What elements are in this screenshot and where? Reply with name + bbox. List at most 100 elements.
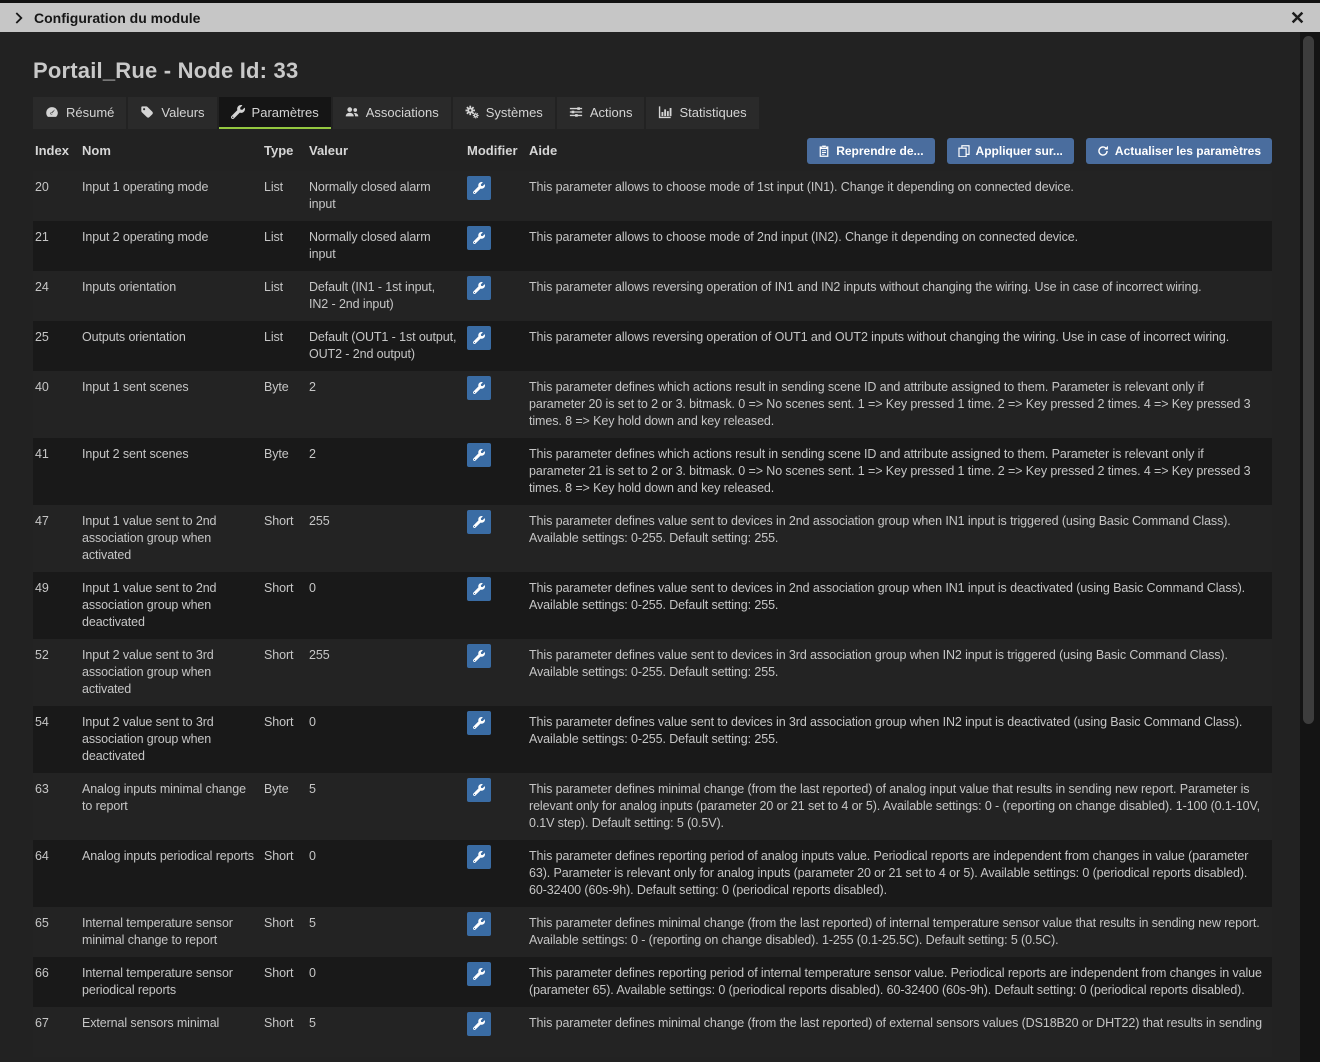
wrench-icon (473, 382, 485, 394)
param-value: Normally closed alarm input (307, 229, 465, 263)
edit-parameter-button[interactable] (467, 912, 491, 936)
param-help: This parameter defines which actions res… (527, 379, 1272, 430)
param-help: This parameter defines minimal change (f… (527, 1015, 1272, 1049)
edit-parameter-button[interactable] (467, 1012, 491, 1036)
scrollbar[interactable] (1300, 32, 1320, 1062)
button-label: Actualiser les paramètres (1115, 144, 1261, 158)
param-help: This parameter allows reversing operatio… (527, 329, 1272, 363)
param-type: List (262, 179, 307, 213)
copy-from-button[interactable]: Reprendre de... (807, 138, 934, 164)
tab-label: Paramètres (252, 105, 319, 120)
param-type: Short (262, 965, 307, 999)
param-help: This parameter allows to choose mode of … (527, 229, 1272, 263)
edit-parameter-button[interactable] (467, 176, 491, 200)
parameter-row: 66 Internal temperature sensor periodica… (33, 957, 1272, 1007)
parameter-row: 64 Analog inputs periodical reports Shor… (33, 840, 1272, 907)
parameter-row: 63 Analog inputs minimal change to repor… (33, 773, 1272, 840)
tab-associations[interactable]: Associations (333, 97, 451, 129)
param-type: Byte (262, 379, 307, 430)
expand-chevron-icon[interactable] (15, 12, 23, 24)
param-type: Short (262, 714, 307, 765)
column-header-type: Type (262, 143, 307, 171)
window-header: Configuration du module (0, 3, 1320, 32)
edit-parameter-button[interactable] (467, 577, 491, 601)
param-name: Input 1 operating mode (80, 179, 262, 213)
tab-resume[interactable]: Résumé (33, 97, 126, 129)
param-name: Input 1 value sent to 2nd association gr… (80, 580, 262, 631)
wrench-icon (473, 717, 485, 729)
param-name: Analog inputs periodical reports (80, 848, 262, 899)
param-help: This parameter defines reporting period … (527, 965, 1272, 999)
parameter-row: 47 Input 1 value sent to 2nd association… (33, 505, 1272, 572)
close-icon (1291, 11, 1304, 24)
parameter-row: 24 Inputs orientation List Default (IN1 … (33, 271, 1272, 321)
gears-icon (465, 105, 479, 119)
param-help: This parameter defines value sent to dev… (527, 513, 1272, 564)
parameter-row: 54 Input 2 value sent to 3rd association… (33, 706, 1272, 773)
edit-parameter-button[interactable] (467, 644, 491, 668)
param-name: Input 2 sent scenes (80, 446, 262, 497)
param-type: Short (262, 513, 307, 564)
param-name: Analog inputs minimal change to report (80, 781, 262, 832)
param-help: This parameter defines value sent to dev… (527, 714, 1272, 765)
wrench-icon (473, 968, 485, 980)
apply-to-button[interactable]: Appliquer sur... (947, 138, 1074, 164)
param-index: 20 (33, 179, 80, 213)
param-type: List (262, 229, 307, 263)
sliders-icon (569, 105, 583, 119)
wrench-icon (473, 282, 485, 294)
bar-chart-icon (658, 105, 672, 119)
edit-parameter-button[interactable] (467, 376, 491, 400)
param-index: 66 (33, 965, 80, 999)
tachometer-icon (45, 105, 59, 119)
tag-icon (140, 105, 154, 119)
tab-label: Actions (590, 105, 633, 120)
tab-statistiques[interactable]: Statistiques (646, 97, 758, 129)
param-value: 0 (307, 580, 465, 631)
tab-valeurs[interactable]: Valeurs (128, 97, 216, 129)
tab-label: Valeurs (161, 105, 204, 120)
param-value: Default (IN1 - 1st input, IN2 - 2nd inpu… (307, 279, 465, 313)
edit-parameter-button[interactable] (467, 510, 491, 534)
close-button[interactable] (1289, 9, 1306, 26)
column-header-index: Index (33, 143, 80, 171)
edit-parameter-button[interactable] (467, 778, 491, 802)
param-value: 0 (307, 848, 465, 899)
edit-parameter-button[interactable] (467, 845, 491, 869)
parameter-row: 65 Internal temperature sensor minimal c… (33, 907, 1272, 957)
edit-parameter-button[interactable] (467, 276, 491, 300)
parameter-row: 41 Input 2 sent scenes Byte 2 This param… (33, 438, 1272, 505)
wrench-icon (473, 449, 485, 461)
param-value: 2 (307, 446, 465, 497)
edit-parameter-button[interactable] (467, 326, 491, 350)
param-index: 49 (33, 580, 80, 631)
param-help: This parameter defines reporting period … (527, 848, 1272, 899)
param-index: 64 (33, 848, 80, 899)
param-index: 52 (33, 647, 80, 698)
edit-parameter-button[interactable] (467, 962, 491, 986)
edit-parameter-button[interactable] (467, 711, 491, 735)
copy-icon (958, 145, 970, 157)
param-name: Inputs orientation (80, 279, 262, 313)
edit-parameter-button[interactable] (467, 443, 491, 467)
param-name: Internal temperature sensor minimal chan… (80, 915, 262, 949)
button-label: Appliquer sur... (976, 144, 1063, 158)
table-header-row: Index Nom Type Valeur Modifier Aide Repr… (33, 137, 1272, 171)
tab-label: Résumé (66, 105, 114, 120)
refresh-parameters-button[interactable]: Actualiser les paramètres (1086, 138, 1272, 164)
param-help: This parameter allows reversing operatio… (527, 279, 1272, 313)
param-value: 5 (307, 781, 465, 832)
tab-systemes[interactable]: Systèmes (453, 97, 555, 129)
edit-parameter-button[interactable] (467, 226, 491, 250)
tab-actions[interactable]: Actions (557, 97, 645, 129)
tab-parametres[interactable]: Paramètres (219, 97, 331, 129)
column-header-name: Nom (80, 143, 262, 171)
wrench-icon (473, 784, 485, 796)
wrench-icon (231, 105, 245, 119)
scrollbar-thumb[interactable] (1303, 36, 1314, 724)
users-icon (345, 105, 359, 119)
wrench-icon (473, 918, 485, 930)
parameter-row: 52 Input 2 value sent to 3rd association… (33, 639, 1272, 706)
param-value: 255 (307, 513, 465, 564)
tab-label: Statistiques (679, 105, 746, 120)
